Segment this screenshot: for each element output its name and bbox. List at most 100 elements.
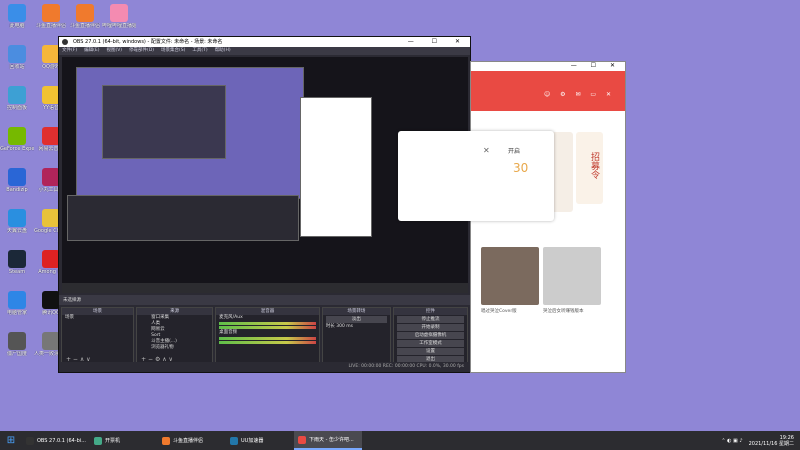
caption-left[interactable]: 唱过哭泣Cover版 (481, 308, 517, 314)
app-header-icons[interactable]: ☺ ⚙ ✉ ▭ ✕ (544, 91, 615, 98)
app-icon (8, 209, 26, 227)
taskbar-item[interactable]: 开票机 (90, 431, 158, 450)
control-button[interactable]: 设置 (396, 348, 465, 355)
desktop-icon[interactable]: 天翼云盘 (0, 209, 34, 234)
app-icon (76, 4, 94, 22)
window-controls[interactable]: — ☐ ✕ (408, 37, 468, 47)
app-window-controls[interactable]: — ☐ ✕ (571, 62, 621, 69)
control-button[interactable]: 启动虚拟摄像机 (396, 332, 465, 339)
app-title-bar[interactable]: — ☐ ✕ (471, 62, 625, 71)
taskbar-app-icon (94, 436, 102, 445)
app-icon (42, 4, 60, 22)
mic-meter (219, 322, 316, 325)
obs-menu-item[interactable]: 编辑(E) (84, 47, 99, 55)
sources-dock[interactable]: 来源 窗口采集 人类 网易云 Sort 斗音主播(...) 浏览器礼物 + − ⚙ ∧ ∨ (136, 307, 214, 364)
tray-icons[interactable]: ⌃ ◐ ▣ ♪ (721, 438, 742, 444)
taskbar-item-label: 下雨天 - 缶少许吧... (309, 437, 354, 443)
taskbar-item-label: 斗鱼直播伴侣 (173, 438, 204, 444)
control-button[interactable]: 停止推流 (396, 316, 465, 323)
controls-dock[interactable]: 控件 停止推流 开始录制 启动虚拟摄像机 工作室模式 设置 退出 (392, 307, 469, 364)
taskbar-item-label: UU加速器 (241, 438, 264, 444)
scene-item[interactable]: 场景 (62, 315, 133, 321)
desktop-icon[interactable]: 斗鱼直播伴侣 (68, 4, 102, 29)
obs-title-text: OBS 27.0.1 (64-bit, windows) - 配置文件: 未命名… (73, 39, 223, 45)
mic-meter-2 (219, 326, 316, 329)
taskbar-item[interactable]: OBS 27.0.1 (64-bi... (22, 431, 90, 450)
obs-menu-bar[interactable]: 文件(F) 编辑(E) 视图(V) 停靠部件(D) 场景集合(S) 工具(T) 帮助(H) (59, 47, 470, 55)
desktop-icon[interactable]: 回收站 (0, 45, 34, 70)
obs-menu-item[interactable]: 工具(T) (192, 47, 207, 55)
obs-title-bar[interactable]: OBS 27.0.1 (64-bit, windows) - 配置文件: 未命名… (59, 37, 470, 47)
thumb-left[interactable] (481, 247, 539, 305)
nested-app-preview (300, 97, 372, 237)
app-icon (8, 45, 26, 63)
app-icon (8, 86, 26, 104)
desktop-icon[interactable]: 控制面板 (0, 86, 34, 111)
desktop-icon-label: Bandizip (6, 187, 28, 193)
duration-value[interactable]: 300 ms (336, 324, 353, 329)
app-icon (8, 127, 26, 145)
system-tray[interactable]: ⌃ ◐ ▣ ♪ 19:26 2021/11/16 星期二 (721, 435, 800, 447)
app-card-right[interactable]: 招募令 (576, 132, 603, 204)
control-button[interactable]: 开始录制 (396, 324, 465, 331)
app-icon (8, 168, 26, 186)
desktop-icon-label: 斗鱼直播伴侣 (69, 23, 100, 29)
obs-logo-icon (62, 39, 68, 45)
desktop-icon[interactable]: Bandizip (0, 168, 34, 193)
desktop-icon[interactable]: 哔哩哔哩直播姬 (102, 4, 136, 29)
desktop-icon[interactable]: 此电脑 (0, 4, 34, 29)
scenes-dock[interactable]: 场景 场景 + − ∧ ∨ (61, 307, 135, 364)
taskbar-item[interactable]: 斗鱼直播伴侣 (158, 431, 226, 450)
taskbar-item[interactable]: UU加速器 (226, 431, 294, 450)
desktop-icon[interactable]: 电脑管家 (0, 291, 34, 316)
obs-menu-item[interactable]: 场景集合(S) (161, 47, 185, 55)
obs-menu-item[interactable]: 帮助(H) (215, 47, 231, 55)
desktop-icon-label: 回收站 (9, 64, 25, 70)
desktop-meter-2 (219, 341, 316, 344)
app-header: ☺ ⚙ ✉ ▭ ✕ (471, 71, 625, 111)
mixer-header: 混音器 (216, 308, 319, 315)
control-button[interactable]: 工作室模式 (396, 340, 465, 347)
taskbar-items: OBS 27.0.1 (64-bi... 开票机 斗鱼直播伴侣 UU加速器 下雨天 - … (22, 431, 362, 450)
obs-docks: 场景 场景 + − ∧ ∨ 来源 窗口采集 人类 网易云 Sort 斗音主播(...) 浏… (59, 307, 470, 364)
desktop-icon-label: 控制面板 (6, 105, 27, 111)
transition-select[interactable]: 淡出 (325, 316, 387, 323)
popup-number: 30 (513, 161, 529, 175)
app-icon (110, 4, 128, 22)
obs-source-bar: 未选择源 (59, 295, 470, 305)
popup-title: 开启 (508, 148, 521, 155)
mixer-desktop-label: 桌面音频 (219, 330, 238, 335)
desktop-icon-label: GeForce Experience (0, 146, 34, 152)
duration-label: 时长 (325, 324, 335, 329)
promo-popup[interactable]: ✕ 开启 30 (398, 131, 554, 221)
scenes-header: 场景 (62, 308, 134, 315)
desktop-icon-label: 天翼云盘 (6, 228, 27, 234)
obs-menu-item[interactable]: 文件(F) (62, 47, 77, 55)
desktop-icon-label: Steam (8, 269, 26, 275)
thumb-right[interactable] (543, 247, 601, 305)
caption-right[interactable]: 哭泣后女听赚钱版本 (543, 308, 584, 314)
transitions-dock[interactable]: 场景转场 淡出 时长 300 ms (321, 307, 391, 364)
desktop-icon[interactable]: Steam (0, 250, 34, 275)
close-icon[interactable]: ✕ (483, 146, 490, 155)
controls-header: 控件 (393, 308, 468, 315)
desktop-icon[interactable]: 僵尸国度 (0, 332, 34, 357)
app-icon (8, 4, 26, 22)
start-button[interactable]: ⊞ (0, 431, 22, 450)
nested-obs-docks (67, 195, 299, 241)
desktop-icon[interactable]: 斗鱼直播伴侣 (34, 4, 68, 29)
app-icon (8, 250, 26, 268)
mixer-mic-label: 麦克风/Aux (219, 315, 243, 320)
nested-taskbar (62, 283, 468, 293)
obs-menu-item[interactable]: 视图(V) (106, 47, 122, 55)
app-icon (8, 291, 26, 309)
taskbar-item[interactable]: 下雨天 - 缶少许吧... (294, 431, 362, 450)
app-icon (8, 332, 26, 350)
obs-menu-item[interactable]: 停靠部件(D) (129, 47, 154, 55)
banner-text: 招募令 (589, 152, 599, 179)
desktop-icon[interactable]: GeForce Experience (0, 127, 34, 152)
source-item[interactable]: 浏览器礼物 (137, 345, 212, 351)
mixer-dock[interactable]: 混音器 麦克风/Aux 桌面音频 (215, 307, 320, 364)
clock[interactable]: 19:26 2021/11/16 星期二 (749, 435, 794, 447)
duration-row: 时长 300 ms (323, 324, 390, 330)
